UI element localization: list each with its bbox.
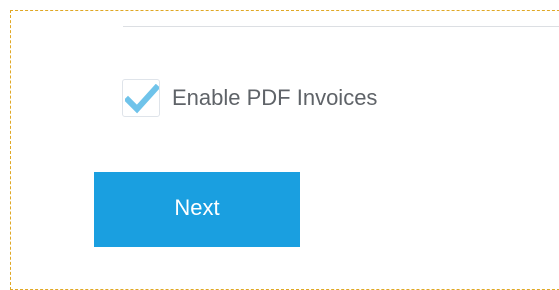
enable-pdf-invoices-row[interactable]: Enable PDF Invoices bbox=[122, 76, 377, 120]
enable-pdf-invoices-checkbox[interactable] bbox=[122, 79, 160, 117]
wizard-panel-frame bbox=[10, 10, 559, 290]
section-divider bbox=[123, 26, 559, 27]
enable-pdf-invoices-label[interactable]: Enable PDF Invoices bbox=[172, 85, 377, 111]
next-button[interactable]: Next bbox=[94, 172, 300, 247]
checkmark-icon bbox=[125, 84, 159, 114]
